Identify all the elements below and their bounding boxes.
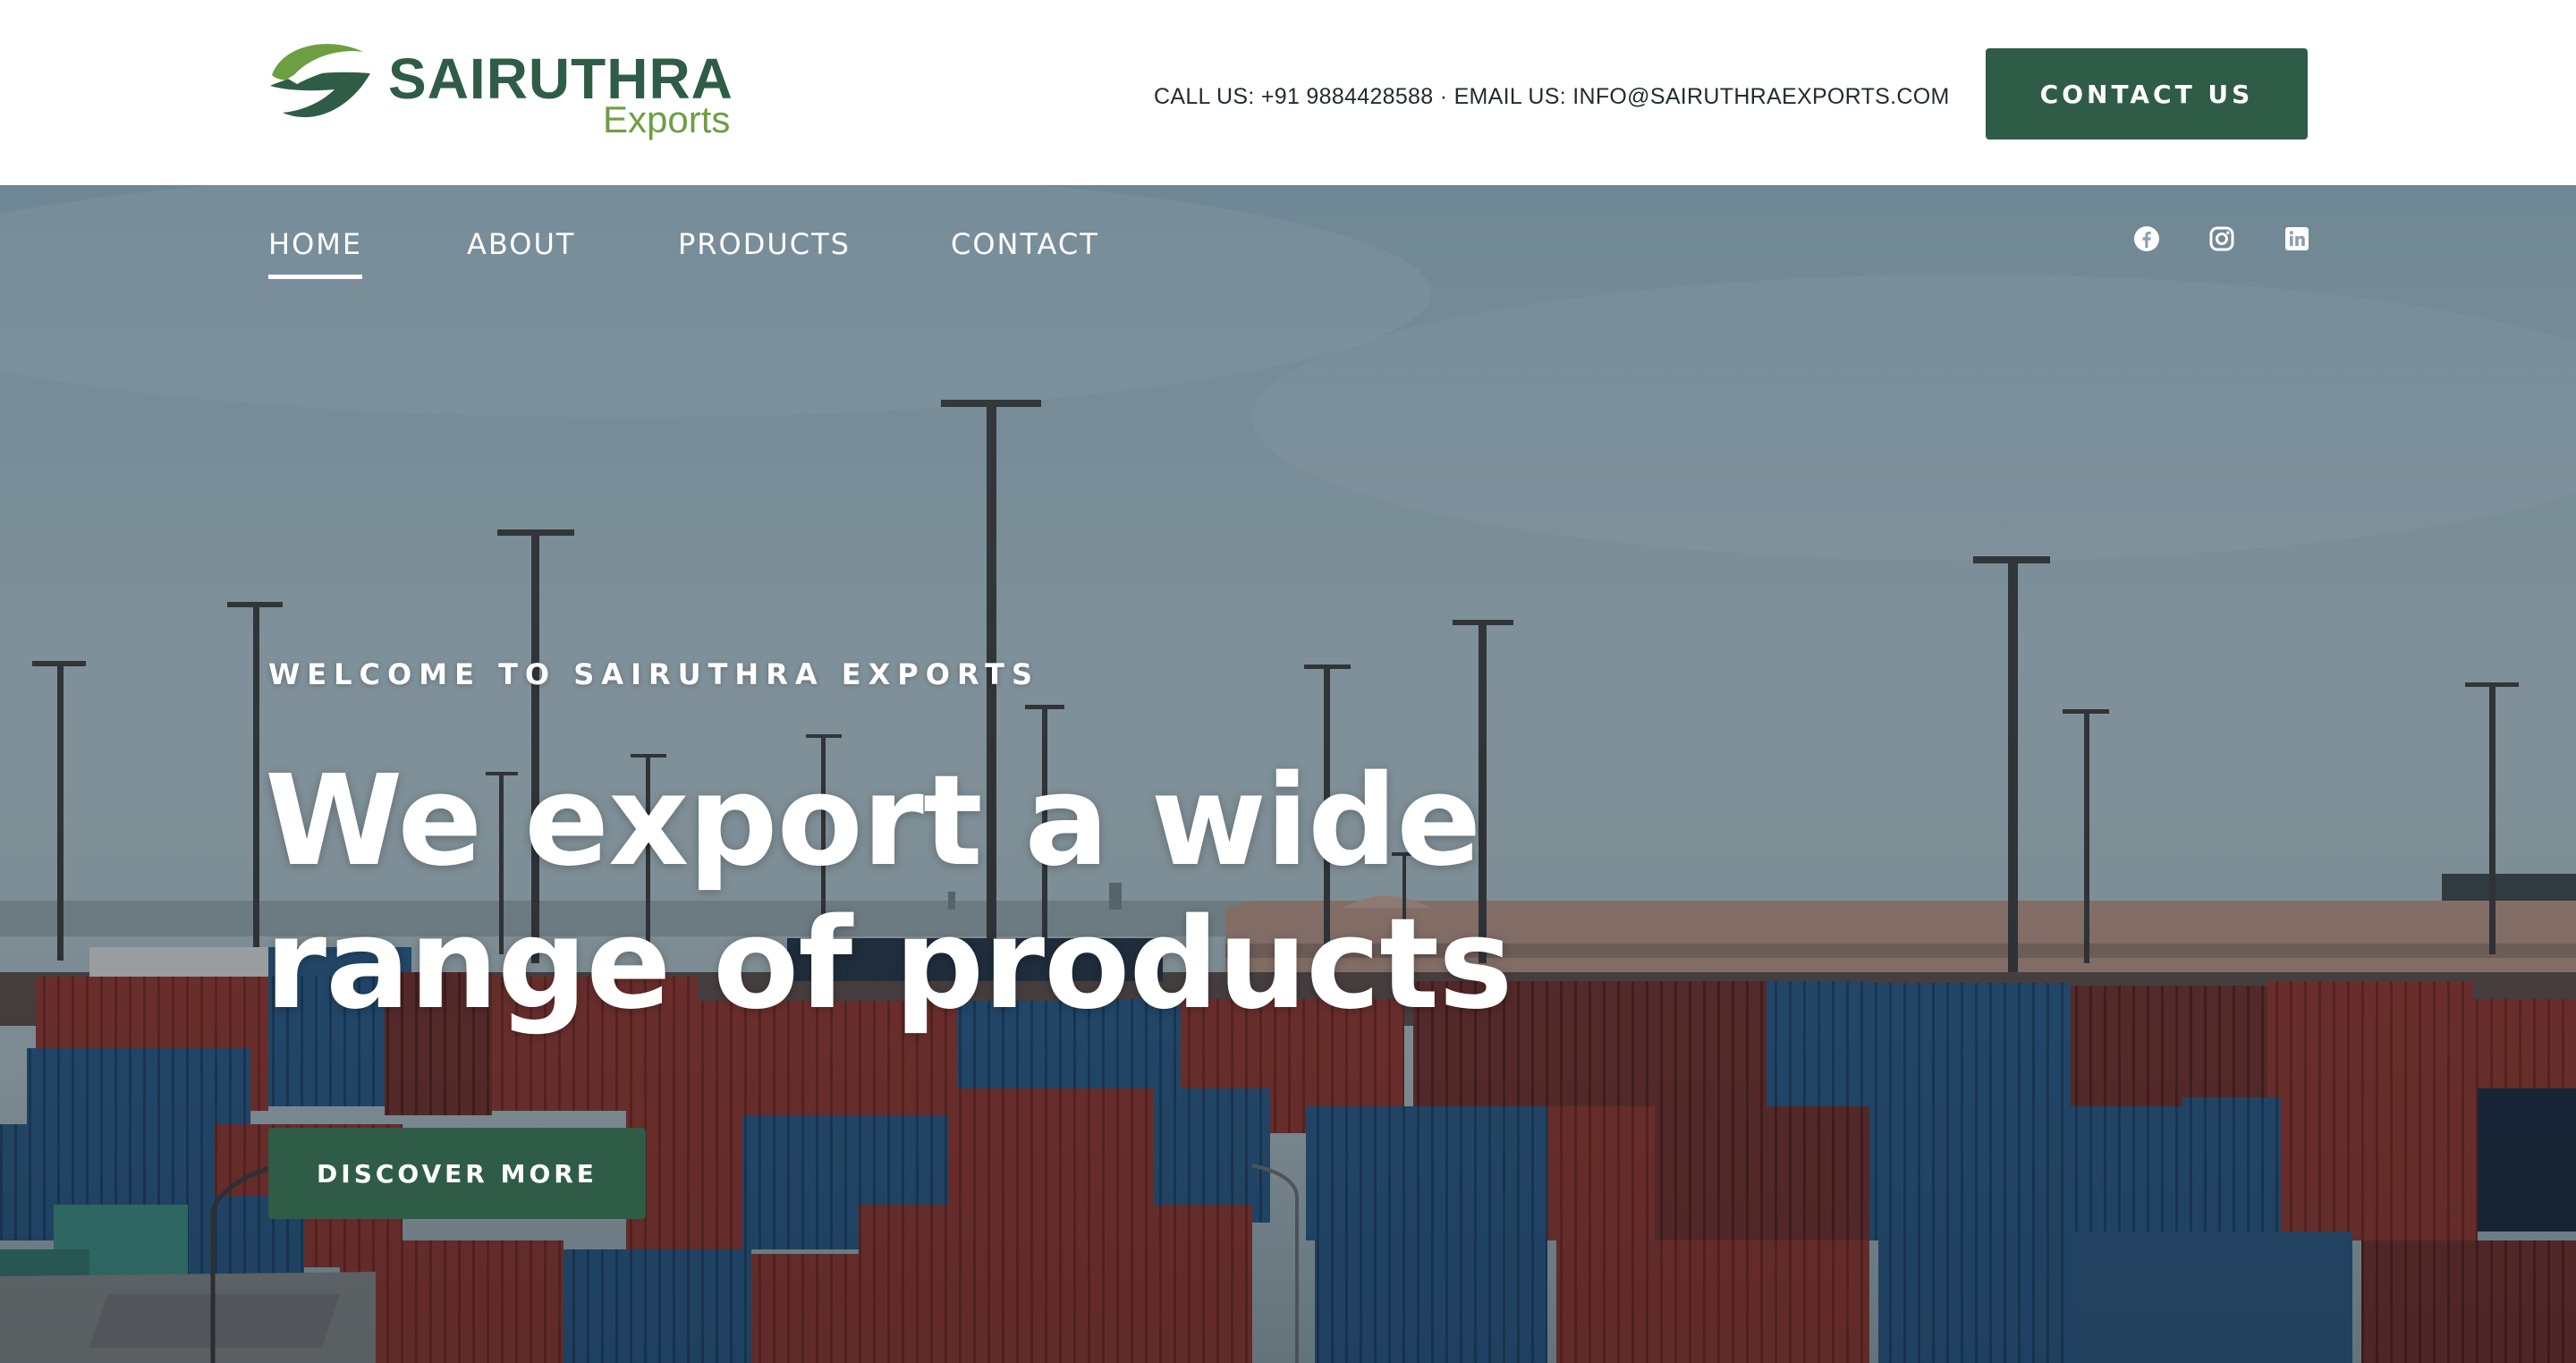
contact-info: CALL US: +91 9884428588 · EMAIL US: INFO… <box>1154 84 1950 109</box>
nav-home[interactable]: HOME <box>268 226 363 279</box>
site-header: SAIRUTHRA Exports CALL US: +91 988442858… <box>0 0 2576 185</box>
contact-us-button[interactable]: CONTACT US <box>1986 48 2308 140</box>
hero-headline: We export a wide range of products <box>265 750 1517 1037</box>
logo[interactable]: SAIRUTHRA Exports <box>267 39 750 140</box>
discover-more-button[interactable]: DISCOVER MORE <box>268 1128 646 1219</box>
hero-headline-line-2: range of products <box>265 892 1513 1037</box>
hero-eyebrow: WELCOME TO SAIRUTHRA EXPORTS <box>268 657 1040 691</box>
logo-subtitle: Exports <box>603 98 731 140</box>
instagram-icon[interactable] <box>2206 223 2238 255</box>
leaf-logo-icon <box>270 44 370 118</box>
linkedin-icon[interactable] <box>2281 223 2313 255</box>
nav-products[interactable]: PRODUCTS <box>678 226 851 262</box>
facebook-icon[interactable] <box>2131 223 2163 255</box>
hero-headline-line-1: We export a wide <box>265 749 1481 894</box>
hero-section: HOME ABOUT PRODUCTS CONTACT WELCOME TO S… <box>0 185 2576 1363</box>
nav-about[interactable]: ABOUT <box>467 226 575 262</box>
nav-contact[interactable]: CONTACT <box>951 226 1099 262</box>
